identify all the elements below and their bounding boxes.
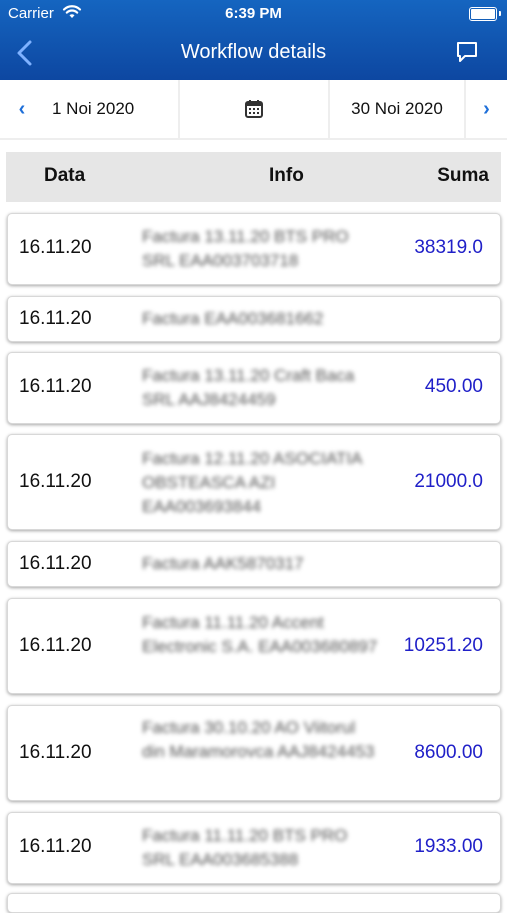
- table-row[interactable]: 16.11.20 Factura 11.11.20 BTS PRO SRL EA…: [7, 812, 501, 884]
- column-header-suma: Suma: [437, 165, 489, 186]
- row-sum: 8600.00: [414, 742, 483, 763]
- row-date: 16.11.20: [19, 553, 92, 574]
- row-sum: 10251.20: [403, 635, 483, 656]
- next-period-button[interactable]: ›: [466, 80, 507, 138]
- status-time: 6:39 PM: [225, 5, 282, 22]
- table-row[interactable]: 16.11.20 Factura 13.11.20 BTS PRO SRL EA…: [7, 213, 501, 285]
- chevron-left-icon: ‹: [18, 97, 26, 120]
- end-date-field[interactable]: 30 Noi 2020: [330, 80, 464, 138]
- table-row[interactable]: 16.11.20 Factura 12.11.20 ASOCIATIA OBST…: [7, 434, 501, 530]
- row-sum: 450.00: [424, 376, 483, 397]
- table-row[interactable]: 16.11.20 Factura 13.11.20 Craft Baca SRL…: [7, 352, 501, 424]
- calendar-button[interactable]: [180, 80, 328, 138]
- table-row[interactable]: [7, 893, 501, 913]
- nav-bar: Workflow details: [0, 28, 507, 78]
- row-date: 16.11.20: [19, 742, 92, 763]
- row-date: 16.11.20: [19, 471, 92, 492]
- row-date: 16.11.20: [19, 376, 92, 397]
- calendar-icon: [245, 100, 263, 118]
- app-header: Carrier 6:39 PM Workflow details: [0, 0, 507, 80]
- row-info: Factura 11.11.20 Accent Electronic S.A. …: [142, 613, 378, 656]
- row-sum: 38319.0: [414, 237, 483, 258]
- row-info: Factura 13.11.20 BTS PRO SRL EAA00370371…: [142, 227, 349, 270]
- row-date: 16.11.20: [19, 635, 92, 656]
- row-info: Factura EAA003681662: [142, 309, 324, 328]
- previous-period-button[interactable]: ‹: [0, 80, 44, 138]
- table-header: Data Info Suma: [6, 152, 501, 202]
- column-header-info: Info: [269, 165, 304, 186]
- row-info: Factura 12.11.20 ASOCIATIA OBSTEASCA AZI…: [142, 449, 362, 516]
- row-date: 16.11.20: [19, 237, 92, 258]
- row-info: Factura 13.11.20 Craft Baca SRL AAJ84244…: [142, 366, 355, 409]
- column-header-data: Data: [44, 165, 86, 186]
- chevron-right-icon: ›: [483, 97, 490, 120]
- row-sum: 1933.00: [414, 836, 483, 857]
- date-range-bar: ‹ 1 Noi 2020 30 Noi 2020 ›: [0, 80, 507, 140]
- row-info: Factura 30.10.20 AO Viitorul din Maramor…: [142, 718, 375, 761]
- table-row[interactable]: 16.11.20 Factura 30.10.20 AO Viitorul di…: [7, 705, 501, 801]
- chat-bubble-icon[interactable]: [455, 40, 479, 64]
- status-bar: Carrier 6:39 PM: [0, 0, 507, 28]
- row-sum: 21000.0: [414, 471, 483, 492]
- row-date: 16.11.20: [19, 308, 92, 329]
- table-row[interactable]: 16.11.20 Factura 11.11.20 Accent Electro…: [7, 598, 501, 694]
- start-date-field[interactable]: 1 Noi 2020: [44, 80, 178, 138]
- row-info: Factura AAK5870317: [142, 554, 304, 573]
- battery-icon: [469, 7, 501, 21]
- page-title: Workflow details: [180, 41, 327, 63]
- row-date: 16.11.20: [19, 836, 92, 857]
- table-row[interactable]: 16.11.20 Factura AAK5870317: [7, 541, 501, 587]
- table-row[interactable]: 16.11.20 Factura EAA003681662: [7, 296, 501, 342]
- row-info: Factura 11.11.20 BTS PRO SRL EAA00368538…: [142, 826, 348, 869]
